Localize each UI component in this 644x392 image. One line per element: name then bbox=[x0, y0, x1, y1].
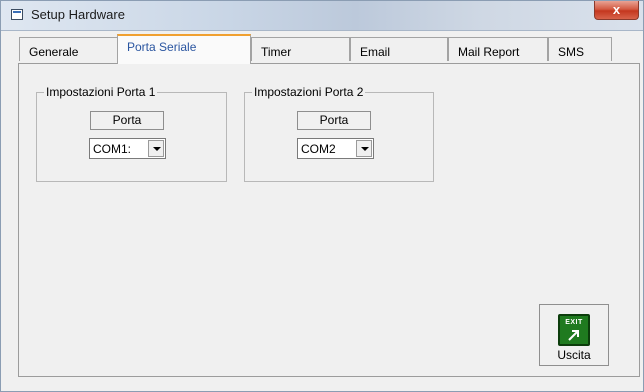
tab-timer[interactable]: Timer bbox=[251, 37, 350, 61]
tab-sms[interactable]: SMS bbox=[548, 37, 612, 61]
setup-hardware-window: Setup Hardware x Generale Porta Seriale … bbox=[0, 0, 644, 392]
tab-label: Generale bbox=[29, 45, 79, 59]
porta-1-select[interactable]: COM1: bbox=[89, 138, 166, 159]
window-icon bbox=[11, 9, 23, 20]
tab-mail-report[interactable]: Mail Report bbox=[448, 37, 548, 61]
tab-strip: Generale Porta Seriale Timer Email Mail … bbox=[1, 34, 643, 64]
porta-1-label: Porta bbox=[90, 111, 164, 130]
close-button[interactable]: x bbox=[594, 1, 639, 20]
tab-generale[interactable]: Generale bbox=[19, 37, 120, 61]
chevron-down-icon[interactable] bbox=[356, 140, 372, 157]
tab-label: SMS bbox=[558, 45, 585, 59]
tab-email[interactable]: Email bbox=[350, 37, 448, 61]
porta-2-label: Porta bbox=[297, 111, 371, 130]
group-porta-2: Impostazioni Porta 2 Porta COM2 bbox=[244, 85, 434, 182]
uscita-button[interactable]: EXIT Uscita bbox=[539, 304, 609, 366]
group-porta-1-legend: Impostazioni Porta 1 bbox=[44, 85, 158, 99]
tab-label: Mail Report bbox=[458, 45, 520, 59]
group-porta-1: Impostazioni Porta 1 Porta COM1: bbox=[36, 85, 227, 182]
porta-2-select[interactable]: COM2 bbox=[297, 138, 374, 159]
title-bar[interactable]: Setup Hardware x bbox=[1, 1, 643, 31]
porta-1-selected-value: COM1: bbox=[93, 142, 132, 156]
tab-label: Timer bbox=[261, 45, 292, 59]
uscita-label: Uscita bbox=[557, 348, 591, 362]
chevron-down-icon[interactable] bbox=[148, 140, 164, 157]
tab-label: Email bbox=[360, 45, 391, 59]
close-icon: x bbox=[612, 2, 621, 17]
tab-label: Porta Seriale bbox=[127, 40, 197, 54]
arrow-icon bbox=[568, 330, 579, 341]
porta-2-selected-value: COM2 bbox=[301, 142, 336, 156]
exit-arrow-icon: EXIT bbox=[558, 314, 590, 346]
window-title: Setup Hardware bbox=[31, 7, 125, 22]
exit-icon-text: EXIT bbox=[565, 319, 583, 326]
tab-porta-seriale[interactable]: Porta Seriale bbox=[117, 34, 251, 64]
group-porta-2-legend: Impostazioni Porta 2 bbox=[252, 85, 366, 99]
